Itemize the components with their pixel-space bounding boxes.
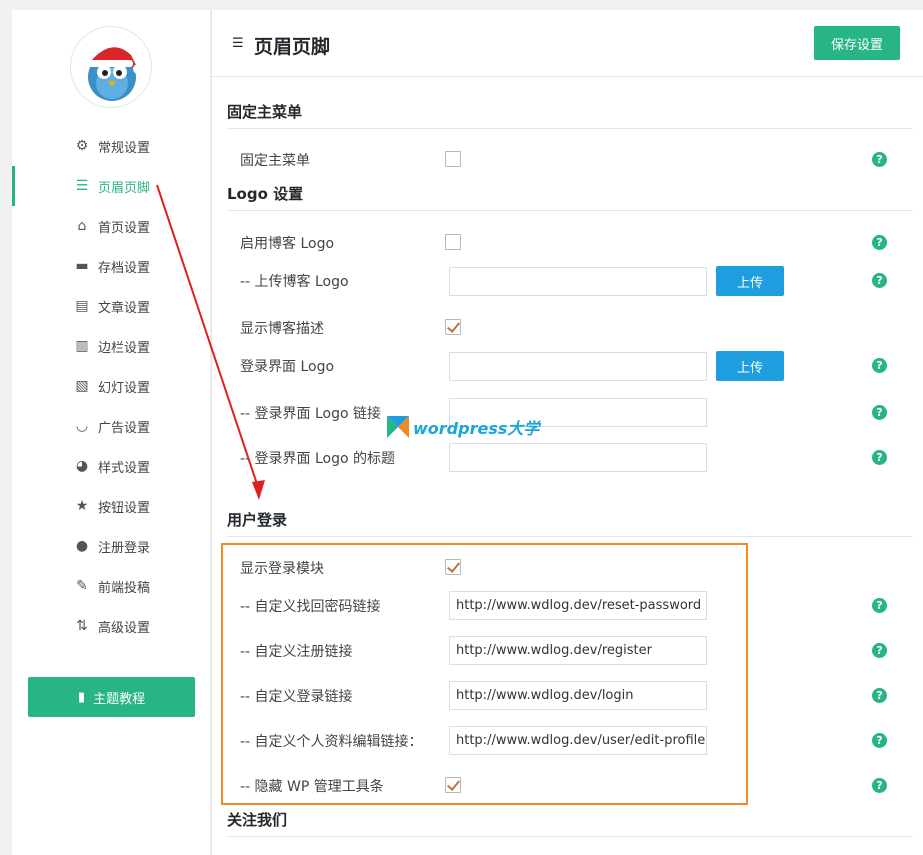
help-icon[interactable]: ? — [872, 235, 887, 250]
smile-icon: ◡ — [75, 418, 89, 434]
reset-password-link-input[interactable]: http://www.wdlog.dev/reset-password — [449, 591, 707, 620]
theme-tutorial-button[interactable]: ▮ 主题教程 — [28, 677, 195, 717]
palette-icon: ◕ — [75, 458, 89, 474]
sliders-icon: ⇅ — [76, 618, 88, 634]
show-description-label: 显示博客描述 — [240, 321, 324, 337]
fixed-menu-checkbox[interactable] — [445, 151, 461, 167]
wordpress-daxue-logo-icon — [387, 416, 409, 438]
help-icon[interactable]: ? — [872, 152, 887, 167]
folder-icon: ▬ — [75, 258, 89, 274]
user-icon: ● — [75, 538, 89, 554]
login-logo-link-label: -- 登录界面 Logo 链接 — [240, 406, 382, 422]
home-icon: ⌂ — [77, 218, 87, 234]
show-login-module-label: 显示登录模块 — [240, 561, 324, 577]
login-logo-input[interactable] — [449, 352, 707, 381]
sidebar-item-general[interactable]: ⚙ 常规设置 — [12, 126, 210, 166]
section-title-user-login: 用户登录 — [227, 509, 913, 537]
sidebar-item-archive[interactable]: ▬ 存档设置 — [12, 246, 210, 286]
header-footer-icon: ☰ — [75, 178, 89, 194]
main-panel: ☰ 页眉页脚 保存设置 固定主菜单 固定主菜单 ? Logo 设置 启用博客 L… — [211, 10, 923, 855]
sidebar-item-home[interactable]: ⌂ 首页设置 — [12, 206, 210, 246]
login-link-input[interactable]: http://www.wdlog.dev/login — [449, 681, 707, 710]
login-logo-title-label: -- 登录界面 Logo 的标题 — [240, 451, 396, 467]
sidebar: ⚙ 常规设置 ☰ 页眉页脚 ⌂ 首页设置 ▬ 存档设置 ▤ 文章设置 ▥ 边栏设… — [12, 10, 210, 855]
highlight-box — [221, 543, 748, 805]
sidebar-icon: ▥ — [75, 338, 89, 354]
upload-login-logo-button[interactable]: 上传 — [716, 351, 784, 381]
profile-edit-link-label: -- 自定义个人资料编辑链接： — [240, 734, 423, 750]
help-icon[interactable]: ? — [872, 598, 887, 613]
sidebar-item-label: 前端投稿 — [98, 581, 151, 596]
bird-mascot-icon — [88, 47, 143, 101]
section-title-follow-us: 关注我们 — [227, 809, 913, 837]
gear-icon: ⚙ — [75, 138, 89, 154]
sidebar-item-label: 注册登录 — [98, 541, 151, 556]
sidebar-item-sidebar-settings[interactable]: ▥ 边栏设置 — [12, 326, 210, 366]
sidebar-item-header-footer[interactable]: ☰ 页眉页脚 — [12, 166, 210, 206]
avatar — [70, 26, 152, 108]
enable-logo-label: 启用博客 Logo — [240, 236, 335, 252]
show-description-checkbox[interactable] — [445, 319, 461, 335]
reset-password-link-label: -- 自定义找回密码链接 — [240, 599, 381, 615]
sidebar-item-ads[interactable]: ◡ 广告设置 — [12, 406, 210, 446]
help-icon[interactable]: ? — [872, 450, 887, 465]
header-footer-icon: ☰ — [232, 36, 244, 51]
upload-logo-input[interactable] — [449, 267, 707, 296]
book-icon: ▮ — [77, 689, 86, 705]
fixed-menu-label: 固定主菜单 — [240, 153, 310, 169]
login-logo-label: 登录界面 Logo — [240, 359, 335, 375]
sidebar-item-buttons[interactable]: ★ 按钮设置 — [12, 486, 210, 526]
profile-edit-link-input[interactable]: http://www.wdlog.dev/user/edit-profile — [449, 726, 707, 755]
help-icon[interactable]: ? — [872, 358, 887, 373]
sidebar-item-label: 边栏设置 — [98, 341, 151, 356]
login-logo-title-input[interactable] — [449, 443, 707, 472]
page-header: ☰ 页眉页脚 保存设置 — [212, 10, 923, 77]
help-icon[interactable]: ? — [872, 273, 887, 288]
upload-logo-label: -- 上传博客 Logo — [240, 274, 349, 290]
section-title-logo: Logo 设置 — [227, 183, 913, 211]
help-icon[interactable]: ? — [872, 733, 887, 748]
sidebar-item-frontend-submit[interactable]: ✎ 前端投稿 — [12, 566, 210, 606]
hide-admin-toolbar-label: -- 隐藏 WP 管理工具条 — [240, 779, 384, 795]
sidebar-item-advanced[interactable]: ⇅ 高级设置 — [12, 606, 210, 646]
sidebar-item-label: 存档设置 — [98, 261, 151, 276]
help-icon[interactable]: ? — [872, 688, 887, 703]
page-title: 页眉页脚 — [254, 36, 331, 58]
sidebar-item-label: 广告设置 — [98, 421, 151, 436]
sidebar-item-label: 高级设置 — [98, 621, 151, 636]
enable-logo-checkbox[interactable] — [445, 234, 461, 250]
login-logo-link-input[interactable] — [449, 398, 707, 427]
show-login-module-checkbox[interactable] — [445, 559, 461, 575]
sidebar-item-style[interactable]: ◕ 样式设置 — [12, 446, 210, 486]
help-icon[interactable]: ? — [872, 405, 887, 420]
sidebar-item-label: 幻灯设置 — [98, 381, 151, 396]
document-icon: ▤ — [75, 298, 89, 314]
section-title-fixed-menu: 固定主菜单 — [227, 101, 913, 129]
sidebar-item-label: 按钮设置 — [98, 501, 151, 516]
sidebar-item-label: 样式设置 — [98, 461, 151, 476]
sidebar-item-label: 文章设置 — [98, 301, 151, 316]
slides-icon: ▧ — [75, 378, 89, 394]
upload-logo-button[interactable]: 上传 — [716, 266, 784, 296]
hide-admin-toolbar-checkbox[interactable] — [445, 777, 461, 793]
register-link-label: -- 自定义注册链接 — [240, 644, 353, 660]
help-icon[interactable]: ? — [872, 643, 887, 658]
sidebar-item-register-login[interactable]: ● 注册登录 — [12, 526, 210, 566]
save-button[interactable]: 保存设置 — [814, 26, 900, 60]
sidebar-item-label: 页眉页脚 — [98, 181, 151, 196]
pencil-icon: ✎ — [76, 578, 88, 594]
sidebar-item-label: 首页设置 — [98, 221, 151, 236]
theme-tutorial-label: 主题教程 — [93, 691, 146, 707]
star-icon: ★ — [75, 498, 89, 514]
register-link-input[interactable]: http://www.wdlog.dev/register — [449, 636, 707, 665]
sidebar-item-article[interactable]: ▤ 文章设置 — [12, 286, 210, 326]
sidebar-item-slides[interactable]: ▧ 幻灯设置 — [12, 366, 210, 406]
sidebar-item-label: 常规设置 — [98, 141, 151, 156]
login-link-label: -- 自定义登录链接 — [240, 689, 353, 705]
app-window: ⚙ 常规设置 ☰ 页眉页脚 ⌂ 首页设置 ▬ 存档设置 ▤ 文章设置 ▥ 边栏设… — [0, 0, 923, 855]
help-icon[interactable]: ? — [872, 778, 887, 793]
